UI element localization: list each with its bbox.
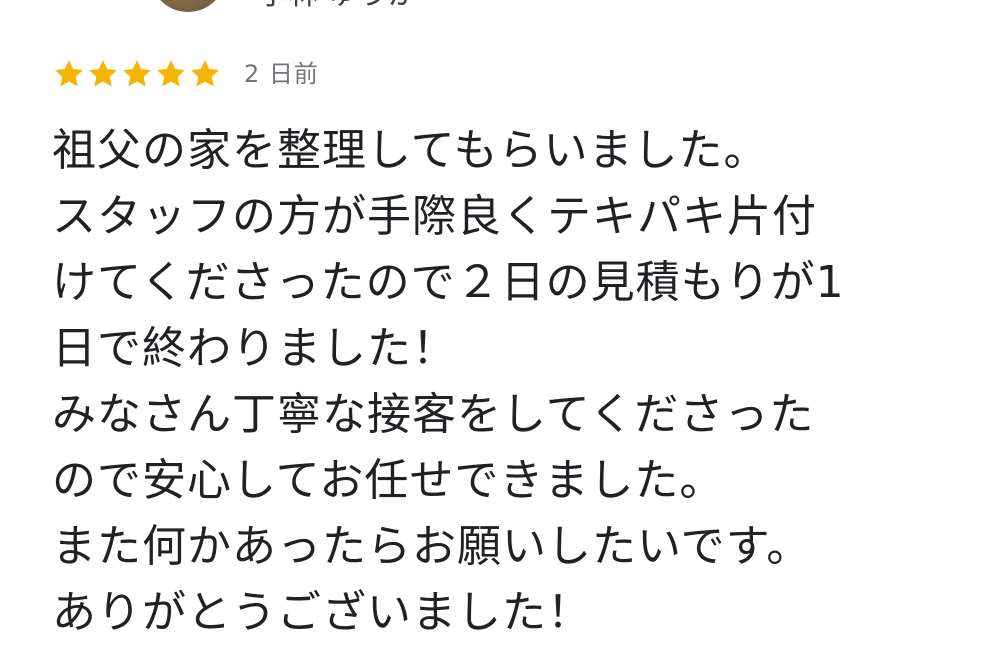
review-text: 祖父の家を整理してもらいました。 スタッフの方が手際良くテキパキ片付 けてくださ… <box>52 118 992 646</box>
star-icon <box>55 60 83 87</box>
review-line: また何かあったらお願いしたいです。 <box>52 521 812 572</box>
review-line: 祖父の家を整理してもらいました。 <box>52 125 769 176</box>
review-line: けてくださったので２日の見積もりが1 <box>52 257 845 308</box>
review-time: 2 日前 <box>244 60 319 88</box>
star-icon <box>191 60 219 87</box>
review-line: ありがとうございました！ <box>52 587 592 638</box>
star-icon <box>89 60 117 87</box>
review-line: 日で終わりました！ <box>52 323 457 374</box>
review-line: スタッフの方が手際良くテキパキ片付 <box>52 191 817 242</box>
star-icon <box>157 60 185 87</box>
rating-row: 2 日前 <box>52 54 319 94</box>
review-line: みなさん丁寧な接客をしてくださった <box>52 389 815 440</box>
reviewer-header: 小林 ゆうか <box>0 0 1000 14</box>
star-rating <box>52 57 222 91</box>
reviewer-name[interactable]: 小林 ゆうか <box>258 0 418 10</box>
reviewer-avatar[interactable] <box>150 0 226 12</box>
review-line: ので安心してお任せできました。 <box>52 455 725 506</box>
star-icon <box>123 60 151 87</box>
